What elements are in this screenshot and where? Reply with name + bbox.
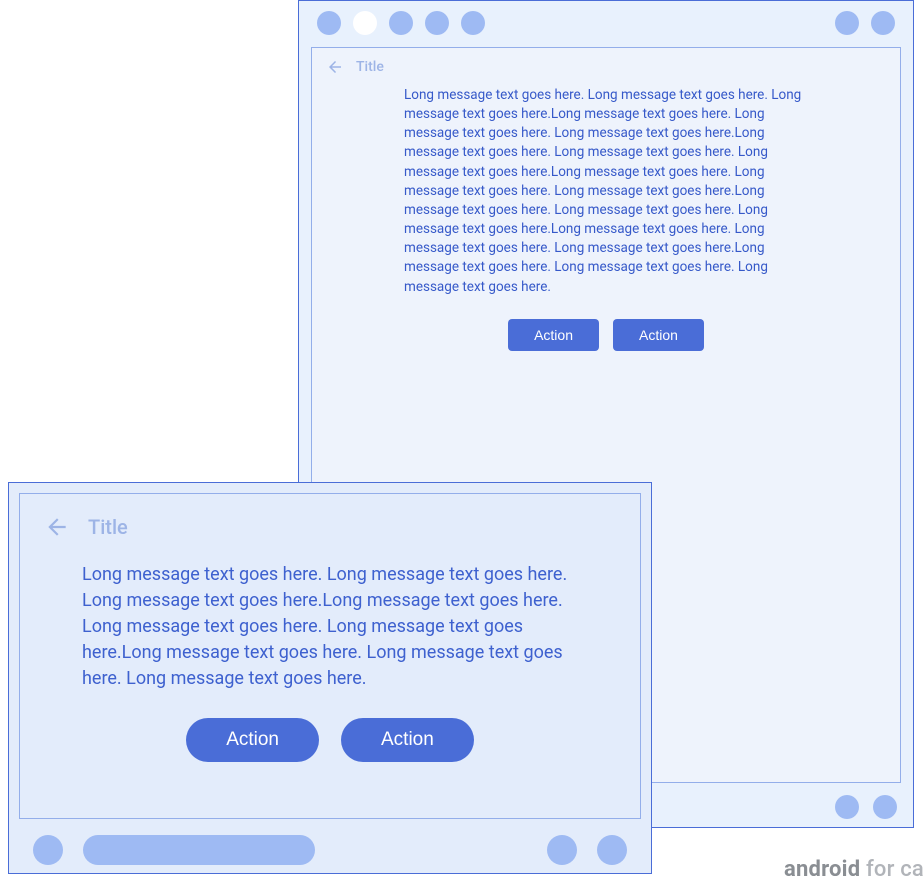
nav-dot[interactable] — [873, 795, 897, 819]
action-button[interactable]: Action — [186, 718, 319, 762]
watermark-text: android for ca — [784, 857, 924, 882]
nav-pill[interactable] — [83, 835, 315, 865]
watermark-rest: for ca — [860, 857, 924, 882]
status-dot — [389, 11, 413, 35]
nav-dot[interactable] — [33, 835, 63, 865]
page-title: Title — [88, 515, 128, 539]
status-dot — [461, 11, 485, 35]
status-dot — [317, 11, 341, 35]
status-dot — [835, 11, 859, 35]
status-dot — [425, 11, 449, 35]
action-row: Action Action — [44, 718, 616, 762]
nav-dot[interactable] — [547, 835, 577, 865]
bottom-nav — [9, 827, 651, 873]
action-button[interactable]: Action — [508, 319, 599, 351]
back-arrow-icon[interactable] — [44, 514, 70, 540]
status-bar — [299, 1, 913, 45]
status-dot-active — [353, 11, 377, 35]
watermark-bold: android — [784, 857, 860, 882]
page-title: Title — [356, 59, 384, 75]
nav-dot[interactable] — [597, 835, 627, 865]
message-text: Long message text goes here. Long messag… — [44, 562, 616, 692]
title-bar: Title — [326, 58, 886, 76]
app-window: Title Long message text goes here. Long … — [19, 493, 641, 819]
message-text: Long message text goes here. Long messag… — [326, 86, 822, 297]
status-dot — [871, 11, 895, 35]
back-arrow-icon[interactable] — [326, 58, 344, 76]
title-bar: Title — [44, 514, 616, 540]
action-row: Action Action — [326, 319, 886, 351]
action-button[interactable]: Action — [341, 718, 474, 762]
nav-dot[interactable] — [835, 795, 859, 819]
device-frame-landscape: Title Long message text goes here. Long … — [8, 482, 652, 874]
action-button[interactable]: Action — [613, 319, 704, 351]
